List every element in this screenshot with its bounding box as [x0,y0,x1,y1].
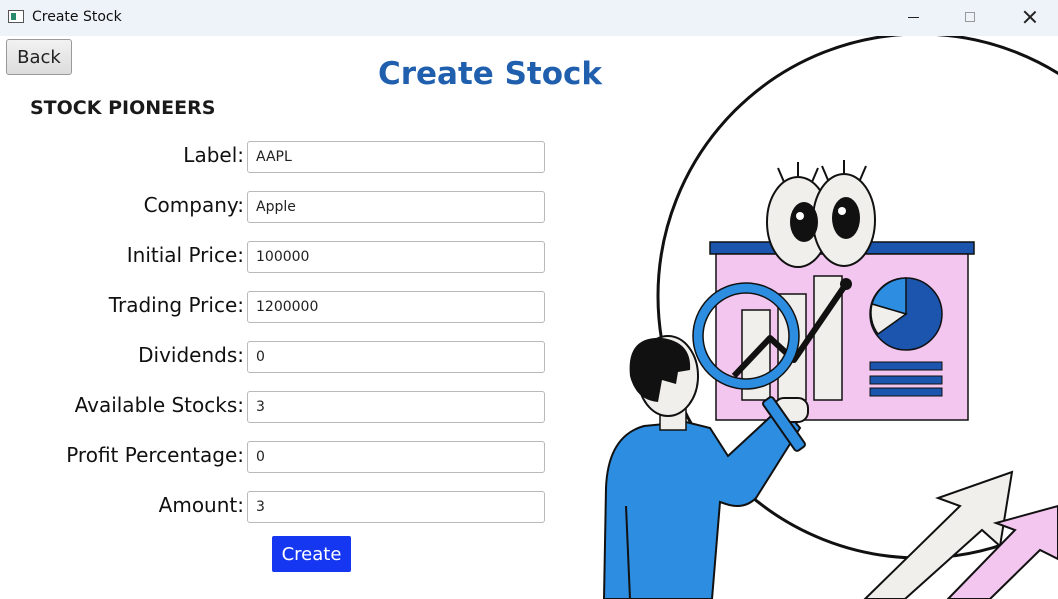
company-input[interactable] [247,191,545,223]
trading-price-input[interactable] [247,291,545,323]
amount-field-label: Amount: [158,493,244,517]
create-button[interactable]: Create [272,536,351,572]
app-icon [8,10,24,23]
back-button[interactable]: Back [6,39,72,75]
form-row-label: Label: [0,141,560,173]
amount-input[interactable] [247,491,545,523]
title-bar: Create Stock [0,0,1058,36]
label-input[interactable] [247,141,545,173]
trading-price-field-label: Trading Price: [108,293,244,317]
available-stocks-input[interactable] [247,391,545,423]
form-row-available-stocks: Available Stocks: [0,391,560,423]
stock-analysis-illustration [602,36,1058,599]
brand-label: STOCK PIONEERS [30,97,216,119]
form-row-trading-price: Trading Price: [0,291,560,323]
form-row-company: Company: [0,191,560,223]
maximize-icon [965,12,975,22]
initial-price-input[interactable] [247,241,545,273]
initial-price-field-label: Initial Price: [126,243,244,267]
profit-percentage-field-label: Profit Percentage: [66,443,244,467]
form-row-amount: Amount: [0,491,560,523]
form-row-initial-price: Initial Price: [0,241,560,273]
form-row-dividends: Dividends: [0,341,560,373]
window-title: Create Stock [32,9,122,25]
dividends-field-label: Dividends: [138,343,244,367]
maximize-button[interactable] [948,0,994,36]
available-stocks-field-label: Available Stocks: [74,393,244,417]
close-button[interactable] [1006,0,1052,36]
minimize-button[interactable] [890,0,936,36]
company-field-label: Company: [143,193,244,217]
label-field-label: Label: [183,143,244,167]
dividends-input[interactable] [247,341,545,373]
form-row-profit-percentage: Profit Percentage: [0,441,560,473]
close-icon [1023,10,1037,24]
minimize-icon [908,17,919,18]
profit-percentage-input[interactable] [247,441,545,473]
